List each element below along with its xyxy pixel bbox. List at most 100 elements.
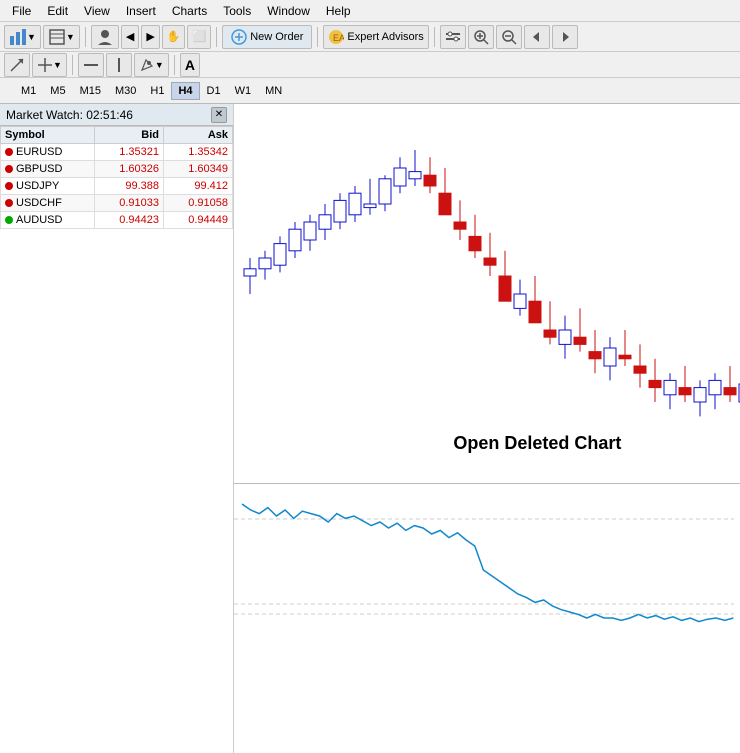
ask-value: 1.60349 [164, 161, 233, 178]
nav-right-btn[interactable]: ▶ [141, 25, 159, 49]
svg-text:EA: EA [333, 33, 344, 43]
arrow-tool[interactable] [4, 53, 30, 77]
bid-value: 1.35321 [95, 144, 164, 161]
candle-body [664, 380, 676, 394]
candle-body [409, 172, 421, 179]
bid-value: 1.60326 [95, 161, 164, 178]
nav-left-btn[interactable]: ◀ [121, 25, 139, 49]
symbol-name: EURUSD [16, 146, 62, 158]
candle-body [364, 204, 376, 208]
candle-body [349, 193, 361, 215]
settings-icon [445, 29, 461, 45]
toolbar2: ▼ ▼ A [0, 52, 740, 78]
scroll-right-btn[interactable] [552, 25, 578, 49]
candle-body [259, 258, 271, 269]
scroll-left-icon [529, 29, 545, 45]
menu-view[interactable]: View [76, 2, 118, 20]
zoom-in-icon [473, 29, 489, 45]
ask-value: 1.35342 [164, 144, 233, 161]
market-watch-panel: Market Watch: 02:51:46 ✕ Symbol Bid Ask … [0, 104, 234, 753]
toolbar1: ▼ ▼ ◀ ▶ ✋ ⬜ New Order EA Expert Advisors [0, 22, 740, 52]
menu-file[interactable]: File [4, 2, 39, 20]
symbol-name: USDCHF [16, 197, 62, 209]
pen-icon [139, 57, 155, 73]
col-symbol: Symbol [1, 127, 95, 144]
candle-chart-svg [234, 104, 740, 484]
tf-d1[interactable]: D1 [200, 82, 228, 100]
table-row[interactable]: USDCHF 0.91033 0.91058 [1, 195, 233, 212]
zoom-in-btn[interactable] [468, 25, 494, 49]
templates-btn[interactable]: ▼ [43, 25, 80, 49]
table-row[interactable]: USDJPY 99.388 99.412 [1, 178, 233, 195]
candle-body [499, 276, 511, 301]
symbol-cell: USDCHF [1, 195, 95, 212]
bid-value: 99.388 [95, 178, 164, 195]
tf-m30[interactable]: M30 [108, 82, 143, 100]
table-row[interactable]: EURUSD 1.35321 1.35342 [1, 144, 233, 161]
hline-tool[interactable] [78, 53, 104, 77]
tf-m1[interactable]: M1 [14, 82, 43, 100]
crosshair-tool[interactable]: ▼ [32, 53, 67, 77]
tf-h1[interactable]: H1 [143, 82, 171, 100]
scroll-left-btn[interactable] [524, 25, 550, 49]
sep1 [85, 27, 86, 47]
vline-tool[interactable] [106, 53, 132, 77]
bid-value: 0.94423 [95, 212, 164, 229]
menu-insert[interactable]: Insert [118, 2, 164, 20]
tf-m5[interactable]: M5 [43, 82, 72, 100]
candle-body [289, 229, 301, 251]
menu-bar: File Edit View Insert Charts Tools Windo… [0, 0, 740, 22]
candle-body [679, 388, 691, 395]
new-order-label: New Order [250, 31, 303, 43]
candle-body [379, 179, 391, 204]
tf-w1[interactable]: W1 [228, 82, 259, 100]
symbol-cell: AUDUSD [1, 212, 95, 229]
expert-advisors-btn[interactable]: EA Expert Advisors [323, 25, 428, 49]
menu-charts[interactable]: Charts [164, 2, 215, 20]
market-watch-title: Market Watch: 02:51:46 [6, 108, 133, 122]
pen-tool[interactable]: ▼ [134, 53, 169, 77]
candle-body [304, 222, 316, 240]
chart-area[interactable]: Open Deleted Chart [234, 104, 740, 753]
chart-settings-btn[interactable] [440, 25, 466, 49]
templates-icon [48, 28, 66, 46]
candle-body [559, 330, 571, 344]
tf-h4[interactable]: H4 [171, 82, 199, 100]
symbol-name: AUDUSD [16, 214, 62, 226]
candle-body [484, 258, 496, 265]
hline-icon [83, 57, 99, 73]
hand-btn[interactable]: ✋ [162, 25, 186, 49]
expert-advisors-icon: EA [328, 29, 344, 45]
open-deleted-chart-text: Open Deleted Chart [453, 433, 621, 454]
indicator-chart[interactable] [234, 484, 740, 644]
market-watch-header: Market Watch: 02:51:46 ✕ [0, 104, 233, 126]
symbol-cell: GBPUSD [1, 161, 95, 178]
table-row[interactable]: AUDUSD 0.94423 0.94449 [1, 212, 233, 229]
candle-body [604, 348, 616, 366]
menu-help[interactable]: Help [318, 2, 359, 20]
tf-m15[interactable]: M15 [73, 82, 108, 100]
zoom-out-btn[interactable] [496, 25, 522, 49]
text-tool[interactable]: A [180, 53, 200, 77]
symbol-name: USDJPY [16, 180, 59, 192]
new-chart-btn[interactable]: ▼ [4, 25, 41, 49]
menu-window[interactable]: Window [259, 2, 318, 20]
ask-value: 0.91058 [164, 195, 233, 212]
profile-btn[interactable] [91, 25, 119, 49]
table-row[interactable]: GBPUSD 1.60326 1.60349 [1, 161, 233, 178]
menu-tools[interactable]: Tools [215, 2, 259, 20]
candle-body [589, 352, 601, 359]
market-watch-close[interactable]: ✕ [211, 107, 227, 123]
menu-edit[interactable]: Edit [39, 2, 76, 20]
tf-mn[interactable]: MN [258, 82, 289, 100]
symbol-cell: USDJPY [1, 178, 95, 195]
candle-body [649, 380, 661, 387]
candle-body [244, 269, 256, 276]
candle-chart-area[interactable] [234, 104, 740, 484]
sep3 [317, 27, 318, 47]
candle-body [529, 301, 541, 323]
sep4 [434, 27, 435, 47]
new-order-icon [231, 29, 247, 45]
zoom-select-btn[interactable]: ⬜ [187, 25, 211, 49]
new-order-btn[interactable]: New Order [222, 25, 312, 49]
